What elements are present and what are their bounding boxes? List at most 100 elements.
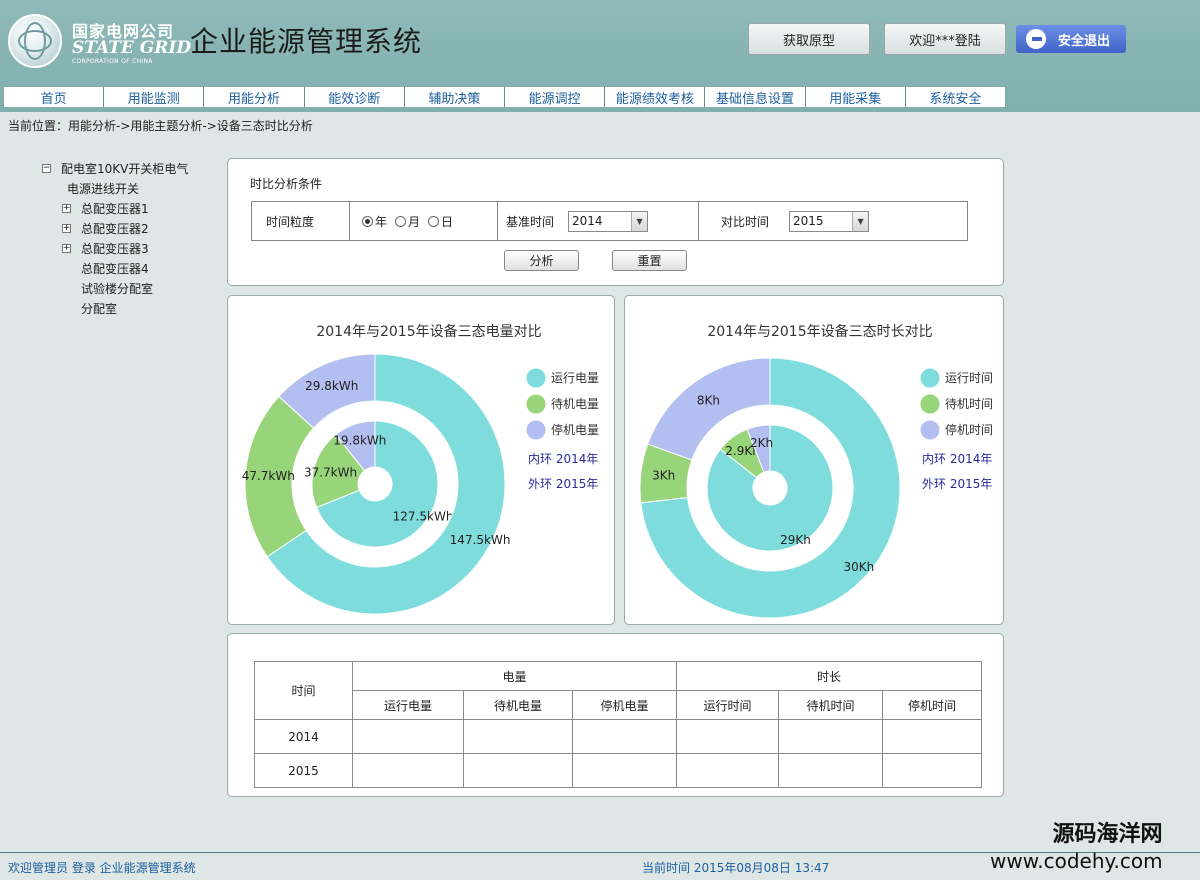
nav-energy-analysis[interactable]: 用能分析 [204,87,305,107]
slice-label: 29Kh [780,533,811,547]
table-cell [882,719,982,754]
legend-swatch[interactable] [525,419,547,441]
radio-day-label: 日 [441,214,454,229]
state-grid-logo-icon [8,14,62,68]
base-time-select[interactable]: 2014 ▼ [568,210,649,232]
expand-icon[interactable]: + [62,223,71,233]
watermark-line2: www.codehy.com [990,849,1163,873]
tree-item[interactable]: 试验楼分配室 [42,278,188,298]
compare-time-cell: 对比时间 2015 ▼ [699,202,967,240]
row-year: 2014 [254,719,353,754]
tree-item-label: 总配变压器2 [81,221,149,236]
table-cell [572,719,677,754]
table-cell [572,753,677,788]
slice-label: 8Kh [697,393,720,407]
footer-current-time: 当前时间 2015年08月08日 13:47 [642,861,830,875]
main-nav: 首页 用能监测 用能分析 能效诊断 辅助决策 能源调控 能源绩效考核 基础信息设… [3,86,1006,108]
legend-label: 运行电量 [551,371,599,385]
compare-time-value: 2015 [793,214,824,228]
tree-item[interactable]: + 总配变压器2 [42,218,188,238]
tree-item[interactable]: 分配室 [42,298,188,318]
tree-root-label: 配电室10KV开关柜电气 [61,161,189,176]
watermark-line1: 源码海洋网 [1052,822,1163,847]
system-title: 企业能源管理系统 [190,25,423,58]
table-cell [352,753,464,788]
legend-swatch[interactable] [525,393,547,415]
chart-title: 2014年与2015年设备三态电量对比 [316,323,541,340]
slice-label: 47.7kWh [242,469,295,483]
nav-home[interactable]: 首页 [4,87,105,107]
comparison-table: 时间 电量 时长 运行电量 待机电量 停机电量 运行时间 待机时间 停机时间 2… [254,661,982,788]
footer-welcome: 欢迎管理员 登录 企业能源管理系统 [8,861,196,875]
welcome-login-button[interactable]: 欢迎***登陆 [884,23,1006,55]
expand-icon[interactable]: + [62,203,71,213]
logout-button[interactable]: 安全退出 [1016,25,1126,53]
legend-swatch[interactable] [919,419,941,441]
tree-item[interactable]: 电源进线开关 [42,178,188,198]
logout-icon [1026,29,1046,49]
condition-form: 时间粒度 年 月 日 基准时间 2014 ▼ 对比时间 2015 ▼ [251,201,968,241]
get-prototype-button[interactable]: 获取原型 [748,23,870,55]
nav-efficiency-diagnosis[interactable]: 能效诊断 [305,87,405,107]
tree-item-label: 总配变压器3 [81,241,149,256]
radio-month[interactable] [395,215,407,227]
collapse-icon[interactable]: − [42,163,51,173]
col-header: 运行时间 [676,690,779,720]
slice-label: 30Kh [843,560,874,574]
power-group-header: 电量 [352,661,677,691]
col-header: 停机电量 [572,690,677,720]
energy-chart-panel: 2014年与2015年设备三态电量对比 127.5kWh 37.7kWh 19.8kW… [227,295,615,625]
table-cell [882,753,982,788]
duration-chart-panel: 2014年与2015年设备三态时长对比 29Kh 2.9Kh 2Kh 30Kh 3Kh 8K… [624,295,1004,625]
condition-title: 时比分析条件 [250,177,323,191]
base-time-label: 基准时间 [506,214,555,229]
table-cell [463,719,573,754]
table-row: 2014 [254,719,982,754]
tree-item[interactable]: 总配变压器4 [42,258,188,278]
slice-label: 37.7kWh [304,465,357,479]
ring-note: 内环 2014年 [922,452,992,466]
table-cell [778,753,883,788]
duration-donut-chart: 2014年与2015年设备三态时长对比29Kh2.9Kh2Kh30Kh3Kh8K… [639,323,993,619]
col-header: 待机时间 [778,690,883,720]
data-table-panel: 时间 电量 时长 运行电量 待机电量 停机电量 运行时间 待机时间 停机时间 2… [227,633,1004,797]
tree-item[interactable]: + 总配变压器1 [42,198,188,218]
table-cell [676,719,779,754]
legend-swatch[interactable] [919,367,941,389]
legend-swatch[interactable] [919,393,941,415]
time-header: 时间 [254,661,353,720]
compare-time-select[interactable]: 2015 ▼ [789,210,870,232]
nav-decision-support[interactable]: 辅助决策 [405,87,506,107]
table-cell [352,719,464,754]
nav-system-security[interactable]: 系统安全 [906,87,1005,107]
tree-item[interactable]: + 总配变压器3 [42,238,188,258]
chevron-down-icon[interactable]: ▼ [852,211,869,231]
radio-year[interactable] [362,215,373,227]
tree-item-label: 试验楼分配室 [81,281,154,296]
reset-button[interactable]: 重置 [612,250,687,271]
radio-day[interactable] [428,215,440,227]
legend-label: 待机时间 [945,397,993,411]
app-header: 国家电网公司 STATE GRID CORPORATION OF CHINA 企… [0,0,1200,112]
nav-performance-assessment[interactable]: 能源绩效考核 [605,87,706,107]
legend-swatch[interactable] [525,367,547,389]
ring-note: 外环 2015年 [528,477,598,491]
nav-basic-info-settings[interactable]: 基础信息设置 [705,87,806,107]
nav-energy-collection[interactable]: 用能采集 [806,87,906,107]
slice-label: 3Kh [652,469,675,483]
logo-english-subtext: CORPORATION OF CHINA [72,58,153,65]
radio-year-label: 年 [375,214,388,229]
tree-item-label: 总配变压器4 [81,261,149,276]
tree-root[interactable]: − 配电室10KV开关柜电气 [42,158,188,178]
base-time-value: 2014 [572,214,603,228]
slice-label: 19.8kWh [333,434,386,448]
chevron-down-icon[interactable]: ▼ [631,211,648,231]
analyze-button[interactable]: 分析 [504,250,579,271]
chart-title: 2014年与2015年设备三态时长对比 [707,323,932,340]
row-year: 2015 [254,753,353,788]
nav-energy-monitoring[interactable]: 用能监测 [104,87,205,107]
nav-energy-control[interactable]: 能源调控 [505,87,606,107]
tree-item-label: 分配室 [81,301,118,316]
expand-icon[interactable]: + [62,243,71,253]
ring-note: 外环 2015年 [922,477,992,491]
